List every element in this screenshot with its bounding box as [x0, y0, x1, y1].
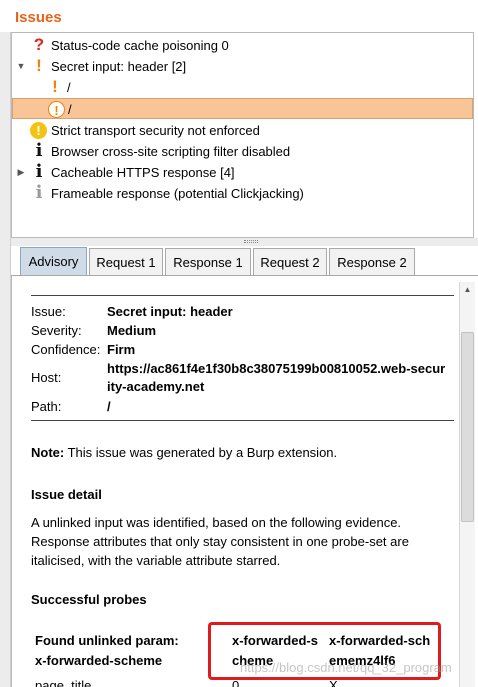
advisory-content: Issue: Secret input: header Severity: Me… — [11, 276, 459, 687]
probe-key-line-2: x-forwarded-scheme — [35, 653, 163, 668]
issue-label: Cacheable HTTPS response [4] — [51, 165, 235, 180]
divider-bottom — [31, 420, 454, 421]
tab-advisory[interactable]: Advisory — [20, 247, 87, 276]
note-text: This issue was generated by a Burp exten… — [64, 445, 338, 460]
host-value-line-1: https://ac861f4e1f30b8c38075199b00810052… — [107, 361, 446, 376]
exclamation-icon: ! — [36, 56, 42, 75]
issue-row-cacheable-https[interactable]: ▶ i Cacheable HTTPS response [4] — [12, 162, 473, 183]
issue-label: Status-code cache poisoning 0 — [51, 38, 229, 53]
issue-row-xss-filter-disabled[interactable]: i Browser cross-site scripting filter di… — [12, 141, 473, 162]
detail-tabs: Advisory Request 1 Response 1 Request 2 … — [11, 246, 478, 276]
chevron-down-icon[interactable]: ▼ — [16, 61, 26, 71]
note-line: Note: This issue was generated by a Burp… — [31, 445, 337, 460]
info-icon: i — [35, 161, 43, 182]
divider-top — [31, 295, 454, 296]
warning-circle-icon: ! — [30, 122, 47, 139]
probe-next-row-key: page_title — [35, 678, 92, 687]
tab-request-1[interactable]: Request 1 — [89, 248, 163, 275]
question-icon: ? — [33, 35, 45, 54]
severity-label: Severity: — [31, 323, 82, 338]
host-label: Host: — [31, 370, 62, 385]
probe-next-row-col-2: X — [329, 678, 338, 687]
issue-value: Secret input: header — [107, 304, 233, 319]
tab-response-1[interactable]: Response 1 — [165, 248, 251, 275]
issue-label: Strict transport security not enforced — [51, 123, 260, 138]
issue-row-status-code-cache-poisoning[interactable]: ? Status-code cache poisoning 0 — [12, 35, 473, 56]
tab-request-2[interactable]: Request 2 — [253, 248, 327, 275]
host-value-line-2: ity-academy.net — [107, 379, 205, 394]
issue-label: Browser cross-site scripting filter disa… — [51, 144, 291, 159]
issue-row-child-2-selected[interactable]: ! / — [12, 98, 473, 119]
issues-title: Issues — [15, 9, 62, 26]
issue-row-child-1[interactable]: ! / — [12, 77, 473, 98]
issue-row-secret-input-header[interactable]: ▼ ! Secret input: header [2] — [12, 56, 473, 77]
issue-row-strict-transport-security[interactable]: ! Strict transport security not enforced — [12, 120, 473, 141]
watermark-text: https://blog.csdn.net/qq_32_program — [240, 660, 452, 675]
exclamation-circle-icon: ! — [48, 101, 65, 118]
issue-path-label: / — [67, 80, 71, 95]
confidence-label: Confidence: — [31, 342, 101, 357]
probe-next-row-col-1: 0 — [232, 678, 240, 687]
path-value: / — [107, 399, 111, 414]
issue-path-label: / — [68, 102, 72, 117]
exclamation-icon: ! — [52, 77, 58, 96]
issue-detail-heading: Issue detail — [31, 487, 102, 502]
issues-tree[interactable]: ? Status-code cache poisoning 0 ▼ ! Secr… — [11, 32, 474, 238]
issues-panel-header: Issues — [0, 0, 478, 32]
scrollbar-thumb[interactable] — [461, 332, 474, 522]
scroll-up-arrow-icon[interactable]: ▲ — [460, 282, 475, 297]
splitter-grip-icon[interactable] — [244, 240, 258, 243]
successful-probes-heading: Successful probes — [31, 592, 147, 607]
info-icon: i — [35, 140, 43, 161]
tab-response-2[interactable]: Response 2 — [329, 248, 415, 275]
issue-detail-line-2: Response attributes that only stay consi… — [31, 534, 409, 549]
issue-label: Issue: — [31, 304, 66, 319]
advisory-scrollbar[interactable]: ▲ — [459, 282, 475, 687]
issue-detail-line-3: italicised, with the variable attribute … — [31, 553, 281, 568]
confidence-value: Firm — [107, 342, 136, 357]
issue-label: Secret input: header [2] — [51, 59, 187, 74]
issue-label: Frameable response (potential Clickjacki… — [51, 186, 304, 201]
probe-key-line-1: Found unlinked param: — [35, 633, 179, 648]
issue-detail-line-1: A unlinked input was identified, based o… — [31, 515, 402, 530]
path-label: Path: — [31, 399, 62, 414]
issue-row-frameable-response[interactable]: i Frameable response (potential Clickjac… — [12, 183, 473, 204]
panel-splitter[interactable] — [11, 238, 478, 246]
severity-value: Medium — [107, 323, 157, 338]
left-gutter — [0, 32, 11, 687]
chevron-right-icon[interactable]: ▶ — [16, 167, 26, 178]
note-label: Note: — [31, 445, 65, 460]
info-grey-icon: i — [35, 182, 43, 203]
